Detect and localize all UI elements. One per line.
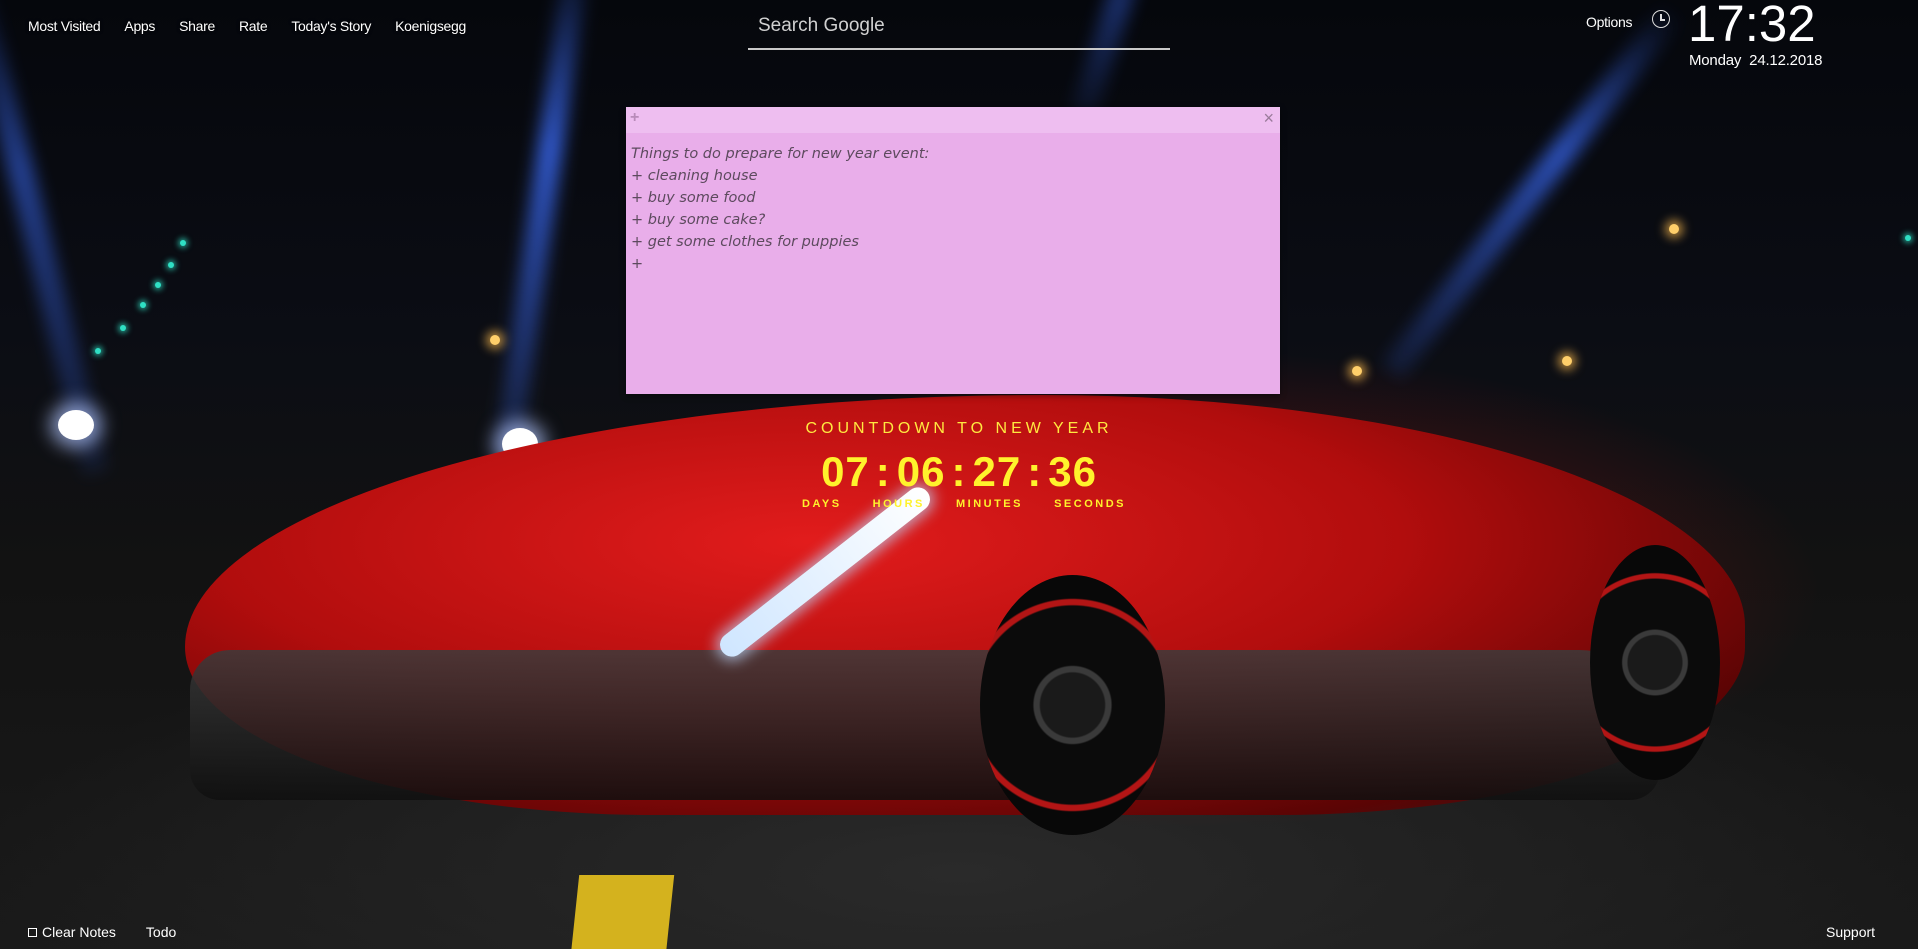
light-dot [140, 302, 146, 308]
note-line: + cleaning house [631, 168, 758, 184]
todo-button[interactable]: Todo [146, 924, 176, 940]
search-box [748, 8, 1190, 50]
light-beam [1381, 0, 1685, 380]
checkbox-icon[interactable] [28, 927, 37, 937]
car-wheel [980, 575, 1165, 835]
countdown-days: 07 [821, 448, 870, 495]
note-header-bar[interactable]: + × [626, 107, 1280, 133]
new-tab-page: Most Visited Apps Share Rate Today's Sto… [0, 0, 1918, 949]
road-marking [570, 875, 675, 949]
countdown-labels: DAYS HOURS MINUTES SECONDS [802, 498, 1126, 510]
light-beam [493, 0, 593, 460]
clock-time: 17:32 [1688, 0, 1816, 52]
street-light [490, 335, 500, 345]
street-light [1669, 224, 1679, 234]
note-line: Things to do prepare for new year event: [631, 146, 930, 162]
add-note-icon[interactable]: + [630, 109, 639, 127]
nav-rate[interactable]: Rate [239, 18, 268, 34]
clear-notes-button[interactable]: Clear Notes [42, 924, 116, 940]
light-dot [120, 325, 126, 331]
label-minutes: MINUTES [955, 498, 1023, 510]
separator: : [951, 448, 967, 495]
footer-left: Clear Notes Todo [28, 924, 176, 940]
light-dot [180, 240, 186, 246]
light-dot [1905, 235, 1911, 241]
car-wheel [1590, 545, 1720, 780]
countdown-title: COUNTDOWN TO NEW YEAR [805, 420, 1113, 437]
clock-date: Monday 24.12.2018 [1689, 52, 1822, 69]
countdown-hours: 06 [896, 448, 946, 495]
top-nav: Most Visited Apps Share Rate Today's Sto… [28, 18, 490, 34]
stage-lamp [58, 410, 94, 440]
nav-share[interactable]: Share [179, 18, 215, 34]
light-dot [168, 262, 174, 268]
countdown-widget: COUNTDOWN TO NEW YEAR 07 : 06 : 27 : 36 … [784, 420, 1134, 510]
light-dot [95, 348, 101, 354]
weekday: Monday [1689, 52, 1742, 69]
note-line: + buy some food [631, 190, 756, 206]
support-link[interactable]: Support [1826, 924, 1875, 940]
note-line: + get some clothes for puppies [631, 234, 859, 250]
nav-todays-story[interactable]: Today's Story [291, 18, 371, 34]
car-lower [190, 650, 1660, 800]
label-seconds: SECONDS [1054, 498, 1126, 510]
close-icon[interactable]: × [1263, 108, 1274, 129]
note-text-area[interactable]: Things to do prepare for new year event:… [626, 133, 1280, 285]
options-link[interactable]: Options [1586, 14, 1632, 30]
nav-apps[interactable]: Apps [124, 18, 155, 34]
street-light [1352, 366, 1362, 376]
sticky-note[interactable]: + × Things to do prepare for new year ev… [626, 107, 1280, 394]
note-line: + buy some cake? [631, 212, 766, 228]
note-line: + [631, 256, 644, 272]
search-input[interactable] [748, 8, 1190, 44]
light-beam [0, 0, 109, 476]
nav-most-visited[interactable]: Most Visited [28, 18, 101, 34]
street-light [1562, 356, 1572, 366]
clock-icon[interactable] [1652, 10, 1670, 28]
separator: : [875, 448, 891, 495]
separator: : [1027, 448, 1043, 495]
date-value: 24.12.2018 [1749, 52, 1823, 69]
label-hours: HOURS [872, 498, 925, 510]
countdown-seconds: 36 [1048, 448, 1097, 495]
countdown-digits: 07 : 06 : 27 : 36 [784, 448, 1134, 496]
countdown-minutes: 27 [972, 448, 1022, 495]
label-days: DAYS [802, 498, 842, 510]
light-dot [155, 282, 161, 288]
nav-koenigsegg[interactable]: Koenigsegg [395, 18, 466, 34]
